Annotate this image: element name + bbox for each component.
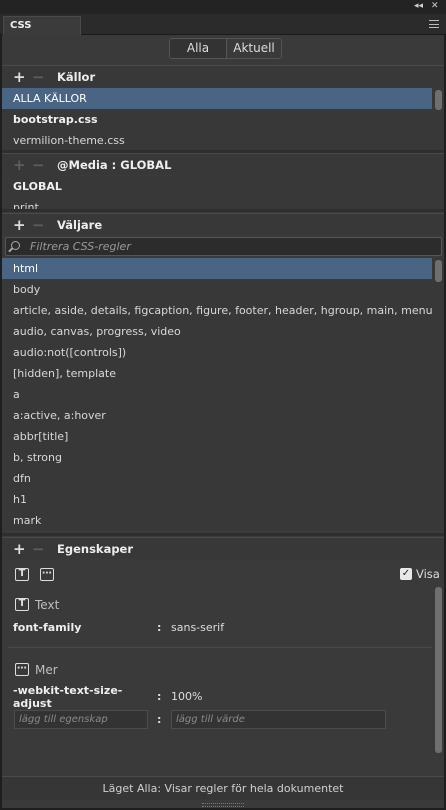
selector-item[interactable]: a:active, a:hover <box>2 405 432 426</box>
selectors-list: html body article, aside, details, figca… <box>2 258 444 531</box>
selector-filter <box>5 237 442 256</box>
remove-property-icon[interactable]: − <box>32 540 45 558</box>
property-colon: : <box>157 621 162 634</box>
property-colon: : <box>157 690 162 703</box>
media-splitter[interactable] <box>2 209 444 212</box>
text-group-icon: T <box>15 598 29 611</box>
tab-css-designer[interactable]: CSS Designer <box>3 16 81 49</box>
selectors-scrollbar[interactable] <box>435 260 442 282</box>
selector-item[interactable]: abbr[title] <box>2 426 432 447</box>
media-item-print[interactable]: print <box>2 197 432 209</box>
remove-media-icon[interactable]: − <box>32 156 45 174</box>
collapse-panel-icon[interactable]: ◂◂ <box>414 1 423 11</box>
sources-title: Källor <box>57 70 96 84</box>
properties-title: Egenskaper <box>57 542 134 556</box>
search-icon <box>11 241 20 250</box>
resize-grip[interactable] <box>202 803 244 807</box>
media-item-global[interactable]: GLOBAL <box>2 176 432 197</box>
text-group-title: Text <box>35 598 60 612</box>
media-header: + − @Media : GLOBAL <box>2 153 444 175</box>
more-category-icon[interactable]: ⋯ <box>40 568 54 581</box>
source-item-bootstrap[interactable]: bootstrap.css <box>2 109 432 130</box>
selectors-title: Väljare <box>57 218 103 232</box>
selector-item[interactable]: html <box>2 258 432 279</box>
selector-item[interactable]: article, aside, details, figcaption, fig… <box>2 300 432 321</box>
property-value[interactable]: sans-serif <box>171 621 224 634</box>
source-item-all[interactable]: ALLA KÄLLOR <box>2 88 432 109</box>
media-list: GLOBAL print <box>2 176 444 209</box>
show-set-label: Visa <box>416 567 440 581</box>
property-value[interactable]: 100% <box>171 690 202 703</box>
selector-item[interactable]: body <box>2 279 432 300</box>
selector-item[interactable]: mark <box>2 510 432 531</box>
show-set-checkbox[interactable]: ✓ <box>400 568 412 580</box>
add-property-icon[interactable]: + <box>13 540 26 558</box>
more-group-title: Mer <box>35 663 58 677</box>
text-category-icon[interactable]: T <box>15 568 29 581</box>
selector-item[interactable]: a <box>2 384 432 405</box>
close-icon[interactable]: ✕ <box>431 1 439 11</box>
property-name[interactable]: font-family <box>13 621 81 634</box>
add-property-input[interactable] <box>14 710 148 729</box>
selector-item[interactable]: dfn <box>2 468 432 489</box>
sources-list: ALLA KÄLLOR bootstrap.css vermilion-them… <box>2 88 444 151</box>
media-title: @Media : GLOBAL <box>57 158 172 172</box>
property-name[interactable]: -webkit-text-size-adjust <box>13 684 133 710</box>
remove-source-icon[interactable]: − <box>32 68 45 86</box>
add-source-icon[interactable]: + <box>13 68 26 86</box>
group-divider <box>8 647 432 648</box>
selectors-header: + − Väljare <box>2 213 444 235</box>
source-item-vermilion-theme[interactable]: vermilion-theme.css <box>2 130 432 151</box>
selector-item[interactable]: h1 <box>2 489 432 510</box>
sources-header: + − Källor <box>2 65 444 87</box>
properties-scrollbar[interactable] <box>435 587 442 753</box>
add-media-icon[interactable]: + <box>13 156 26 174</box>
status-bar: Läget Alla: Visar regler för hela dokume… <box>2 776 444 800</box>
selector-item[interactable]: b, strong <box>2 447 432 468</box>
property-colon: : <box>157 713 162 726</box>
panel-top-strip: ◂◂ ✕ <box>0 0 446 14</box>
tab-bar: CSS Designer <box>0 14 446 49</box>
selector-item[interactable]: [hidden], template <box>2 363 432 384</box>
css-designer-panel: Alla Aktuell + − Källor ALLA KÄLLOR boot… <box>2 35 444 808</box>
add-value-input[interactable] <box>171 710 386 729</box>
selector-filter-input[interactable] <box>30 239 430 254</box>
selector-item[interactable]: audio, canvas, progress, video <box>2 321 432 342</box>
sources-scrollbar[interactable] <box>435 90 442 110</box>
properties-header: + − Egenskaper <box>2 537 444 559</box>
remove-selector-icon[interactable]: − <box>32 216 45 234</box>
mode-all-button[interactable]: Alla <box>170 39 226 58</box>
add-selector-icon[interactable]: + <box>13 216 26 234</box>
mode-current-button[interactable]: Aktuell <box>226 39 281 58</box>
more-group-icon: ⋯ <box>15 663 29 676</box>
selector-item[interactable]: audio:not([controls]) <box>2 342 432 363</box>
selectors-splitter[interactable] <box>2 533 444 536</box>
mode-toggle: Alla Aktuell <box>169 38 282 59</box>
panel-menu-icon[interactable] <box>429 20 439 28</box>
